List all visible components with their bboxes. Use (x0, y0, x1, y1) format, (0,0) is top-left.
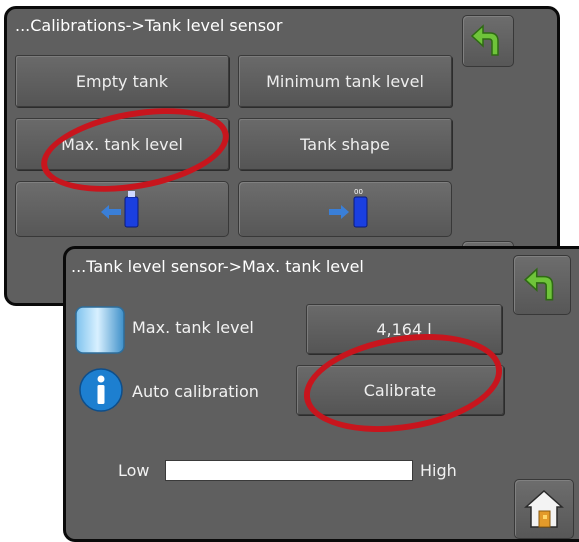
back-button[interactable] (513, 255, 571, 315)
max-tank-level-label: Max. tank level (132, 318, 254, 337)
home-button[interactable] (514, 479, 574, 539)
tank-indicator-label: 00 (354, 188, 363, 196)
home-icon (524, 489, 564, 528)
calibrate-button[interactable]: Calibrate (296, 365, 504, 415)
page-title: ...Tank level sensor->Max. tank level (71, 257, 364, 276)
tank-shape-button[interactable]: Tank shape (238, 118, 452, 170)
tank-icon (75, 306, 125, 354)
auto-calibration-label: Auto calibration (132, 382, 259, 401)
minimum-tank-level-button[interactable]: Minimum tank level (238, 55, 452, 107)
page-title: ...Calibrations->Tank level sensor (15, 16, 283, 35)
slider-low-label: Low (118, 461, 150, 480)
fill-tank-left-button[interactable] (15, 181, 229, 237)
arrow-into-tank-icon: 00 (329, 188, 368, 228)
arrow-into-tank-icon (101, 191, 139, 228)
max-tank-level-value-field[interactable]: 4,164 l (306, 304, 502, 354)
back-arrow-icon (470, 24, 499, 56)
slider-high-label: High (420, 461, 457, 480)
max-tank-level-button[interactable]: Max. tank level (15, 118, 229, 170)
fill-tank-right-button[interactable]: 00 (238, 181, 452, 237)
info-icon (79, 368, 123, 412)
back-button[interactable] (462, 15, 514, 67)
empty-tank-button[interactable]: Empty tank (15, 55, 229, 107)
max-tank-level-panel: ...Tank level sensor->Max. tank level Ma… (63, 246, 579, 542)
tank-level-slider[interactable] (165, 460, 413, 481)
back-arrow-icon (524, 267, 554, 301)
